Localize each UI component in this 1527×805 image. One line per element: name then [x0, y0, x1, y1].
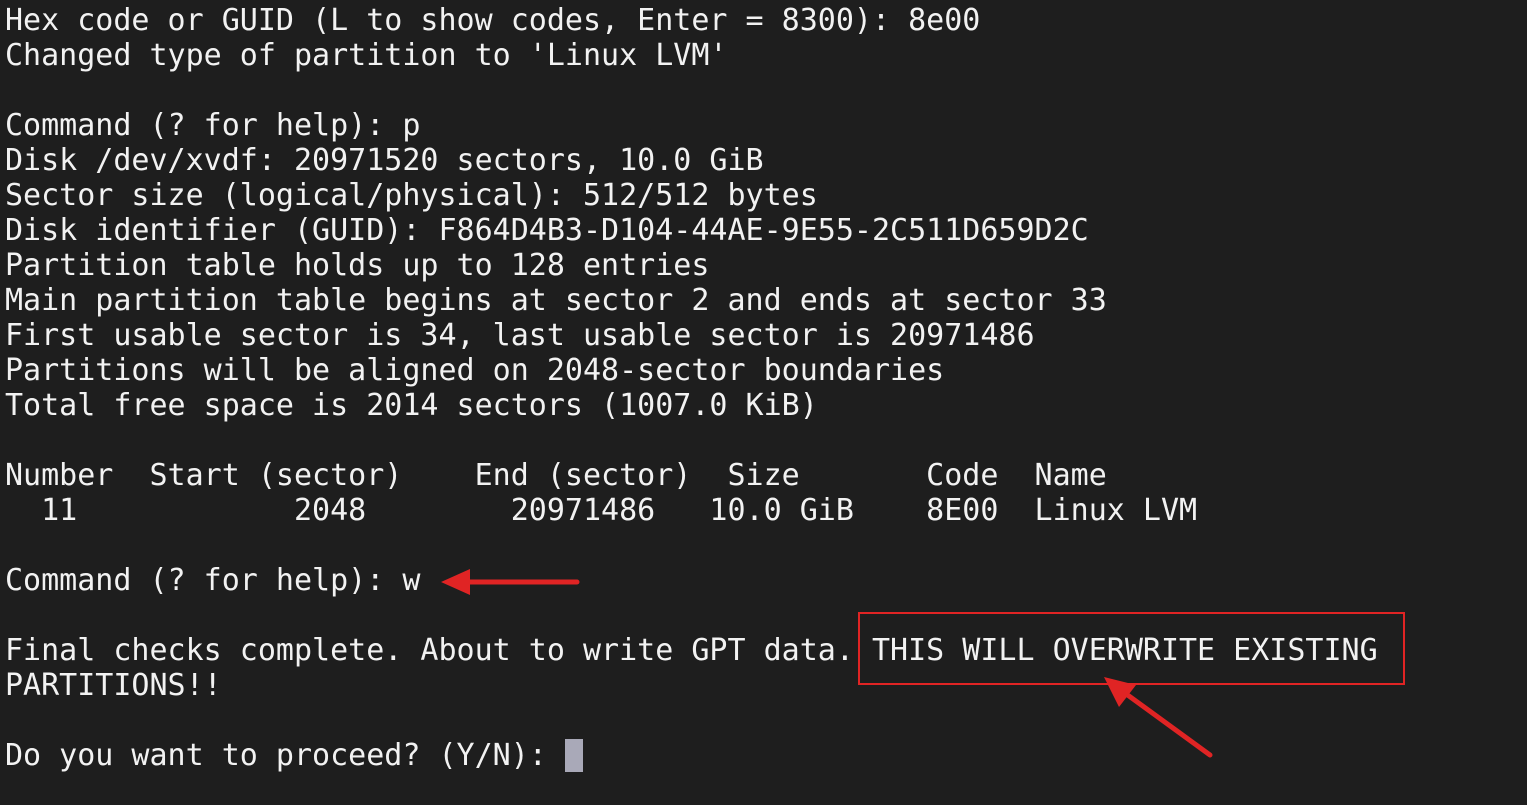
terminal-line: Total free space is 2014 sectors (1007.0…	[5, 388, 818, 423]
terminal-line: Disk identifier (GUID): F864D4B3-D104-44…	[5, 213, 1089, 248]
partition-table-row: 11 2048 20971486 10.0 GiB 8E00 Linux LVM	[5, 493, 1198, 528]
terminal-line: Changed type of partition to 'Linux LVM'	[5, 38, 728, 73]
text-cursor[interactable]	[564, 739, 583, 772]
terminal-line: Sector size (logical/physical): 512/512 …	[5, 178, 818, 213]
terminal-line: Partition table holds up to 128 entries	[5, 248, 710, 283]
write-command-line: Command (? for help): w	[5, 563, 421, 598]
proceed-prompt: Do you want to proceed? (Y/N):	[5, 738, 565, 773]
terminal-line: First usable sector is 34, last usable s…	[5, 318, 1035, 353]
warning-highlight-box	[858, 612, 1405, 685]
terminal-line: Partitions will be aligned on 2048-secto…	[5, 353, 945, 388]
partition-table-header: Number Start (sector) End (sector) Size …	[5, 458, 1107, 493]
terminal-line: Command (? for help): p	[5, 108, 421, 143]
terminal-line: Disk /dev/xvdf: 20971520 sectors, 10.0 G…	[5, 143, 764, 178]
terminal-line: Hex code or GUID (L to show codes, Enter…	[5, 3, 981, 38]
terminal-window[interactable]: Hex code or GUID (L to show codes, Enter…	[0, 0, 1527, 805]
terminal-line: Main partition table begins at sector 2 …	[5, 283, 1107, 318]
prompt-line[interactable]: Do you want to proceed? (Y/N):	[5, 738, 1527, 773]
